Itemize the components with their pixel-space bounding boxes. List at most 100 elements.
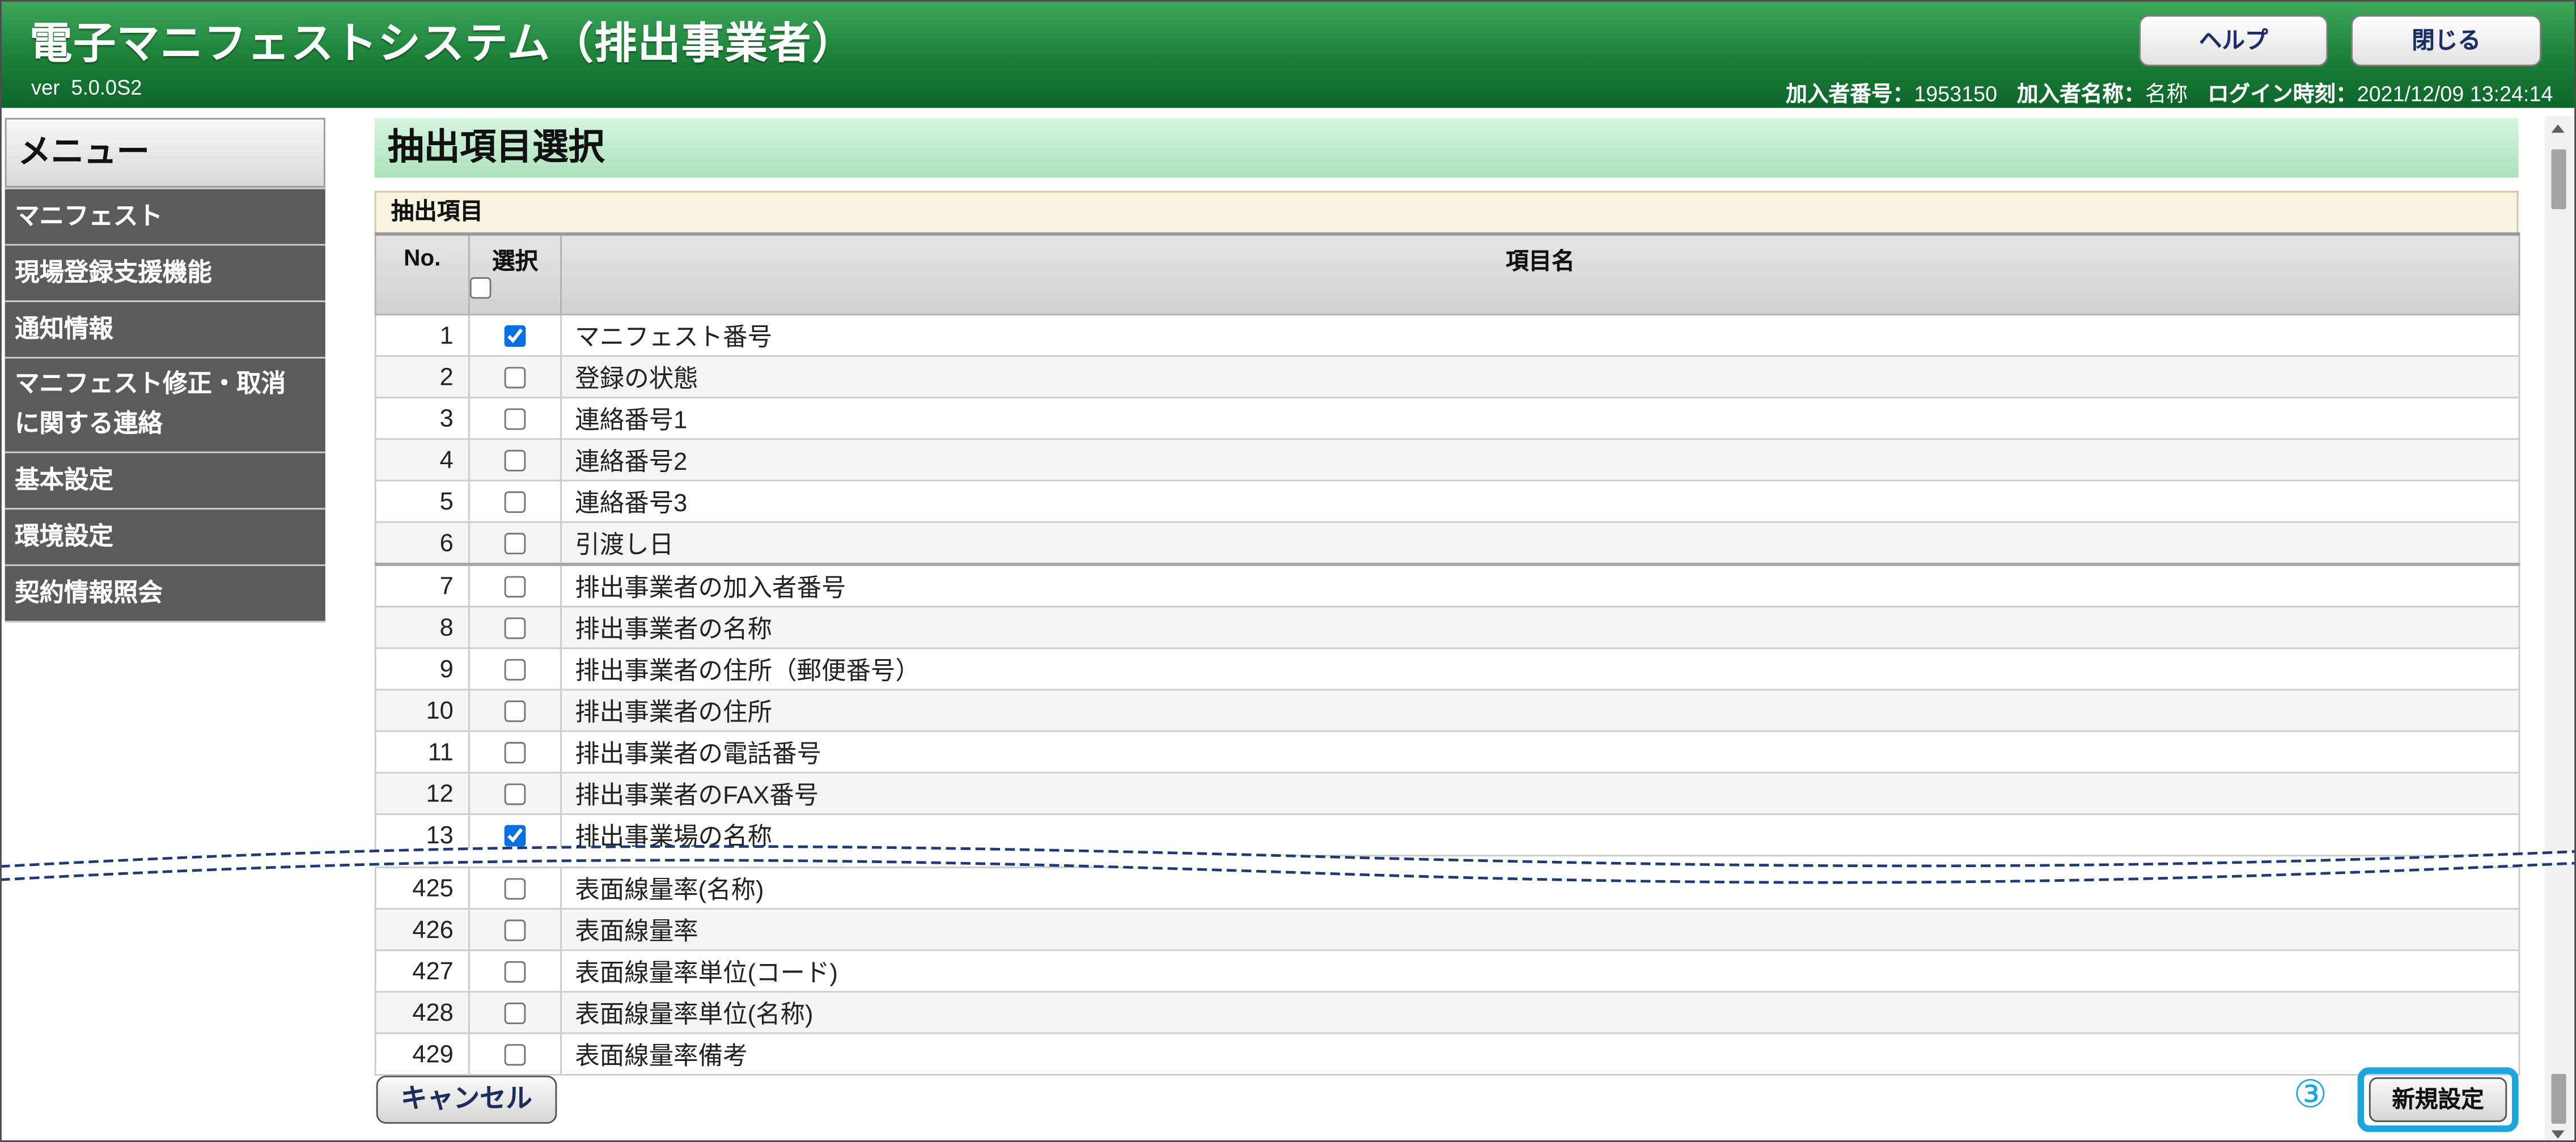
- column-header-no: No.: [374, 232, 470, 316]
- version-label: ver 5.0.0S2: [31, 76, 142, 100]
- page-break-indicator: [0, 845, 2576, 884]
- highlight-frame: 新規設定: [2357, 1067, 2519, 1132]
- row-checkbox[interactable]: [504, 617, 526, 639]
- row-checkbox[interactable]: [504, 783, 526, 805]
- row-checkbox[interactable]: [504, 1044, 526, 1066]
- app-title: 電子マニフェストシステム（排出事業者）: [29, 18, 856, 69]
- app-header: 電子マニフェストシステム（排出事業者） ver 5.0.0S2 ヘルプ 閉じる …: [0, 0, 2576, 108]
- row-item-name: 排出事業者の電話番号: [560, 730, 2520, 774]
- member-name: 名称: [2145, 81, 2188, 107]
- row-number: 12: [374, 771, 470, 816]
- row-item-name: 排出事業者のFAX番号: [560, 771, 2520, 816]
- row-item-name: 表面線量率備考: [560, 1032, 2520, 1076]
- row-number: 9: [374, 647, 470, 691]
- row-item-name: 排出事業者の住所（郵便番号）: [560, 647, 2520, 691]
- row-select-cell: [468, 991, 562, 1034]
- row-number: 4: [374, 438, 470, 482]
- row-checkbox[interactable]: [504, 576, 526, 598]
- help-button[interactable]: ヘルプ: [2139, 15, 2328, 67]
- row-select-cell: [468, 355, 562, 398]
- row-select-cell: [468, 689, 562, 732]
- table-row: 11 排出事業者の電話番号: [374, 730, 2520, 774]
- table-row: 7 排出事業者の加入者番号: [374, 563, 2520, 608]
- row-number: 427: [374, 949, 470, 993]
- scroll-down-arrow-icon[interactable]: [2551, 1130, 2565, 1139]
- cancel-button[interactable]: キャンセル: [376, 1075, 557, 1124]
- row-select-cell: [468, 438, 562, 482]
- row-number: 10: [374, 689, 470, 732]
- step-annotation: ③: [2293, 1073, 2328, 1118]
- row-item-name: 連絡番号1: [560, 396, 2520, 440]
- scrollbar-thumb[interactable]: [2551, 1073, 2566, 1124]
- row-number: 3: [374, 396, 470, 440]
- row-checkbox[interactable]: [504, 367, 526, 389]
- row-number: 2: [374, 355, 470, 398]
- sidebar-item-manifest[interactable]: マニフェスト: [5, 187, 325, 246]
- scrollbar-thumb[interactable]: [2551, 149, 2566, 210]
- login-time: 2021/12/09 13:24:14: [2357, 81, 2553, 107]
- select-all-checkbox[interactable]: [469, 277, 492, 299]
- table-row: 427 表面線量率単位(コード): [374, 949, 2520, 993]
- new-settings-button[interactable]: 新規設定: [2369, 1077, 2507, 1122]
- row-checkbox[interactable]: [504, 408, 526, 430]
- sidebar-item-notifications[interactable]: 通知情報: [5, 302, 325, 359]
- row-select-cell: [468, 479, 562, 523]
- account-info: 加入者番号：1953150 加入者名称：名称 ログイン時刻：2021/12/09 1…: [1786, 77, 2553, 108]
- table-row: 9 排出事業者の住所（郵便番号）: [374, 647, 2520, 691]
- row-number: 6: [374, 521, 470, 566]
- sidebar-item-contract-info[interactable]: 契約情報照会: [5, 566, 325, 623]
- row-checkbox[interactable]: [504, 449, 526, 472]
- section-title: 抽出項目: [374, 190, 2519, 233]
- row-item-name: 排出事業者の住所: [560, 689, 2520, 732]
- row-number: 5: [374, 479, 470, 523]
- row-checkbox[interactable]: [504, 701, 526, 723]
- table-row: 2 登録の状態: [374, 355, 2520, 398]
- page-title: 抽出項目選択: [374, 117, 2519, 178]
- row-checkbox[interactable]: [504, 533, 526, 555]
- column-header-item-name: 項目名: [560, 232, 2520, 316]
- row-checkbox[interactable]: [504, 961, 526, 983]
- table-header-row: No. 選択 項目名: [374, 232, 2520, 316]
- table-row: 8 排出事業者の名称: [374, 606, 2520, 649]
- table-row: 429 表面線量率備考: [374, 1032, 2520, 1076]
- column-header-select-label: 選択: [492, 247, 539, 274]
- row-item-name: 表面線量率単位(コード): [560, 949, 2520, 993]
- row-checkbox[interactable]: [504, 491, 526, 513]
- row-checkbox[interactable]: [504, 325, 526, 347]
- row-checkbox[interactable]: [504, 659, 526, 681]
- scrollbar[interactable]: [2544, 116, 2573, 1142]
- row-select-cell: [468, 313, 562, 357]
- row-select-cell: [468, 396, 562, 440]
- row-item-name: 登録の状態: [560, 355, 2520, 398]
- row-number: 11: [374, 730, 470, 774]
- row-item-name: 表面線量率単位(名称): [560, 991, 2520, 1034]
- close-button[interactable]: 閉じる: [2350, 15, 2542, 67]
- row-checkbox[interactable]: [504, 1003, 526, 1025]
- menu-title: メニュー: [5, 117, 325, 188]
- sidebar-item-manifest-correction-contact[interactable]: マニフェスト修正・取消 に関する連絡: [5, 358, 325, 453]
- row-item-name: 排出事業者の名称: [560, 606, 2520, 649]
- member-number: 1953150: [1914, 81, 1997, 107]
- row-checkbox[interactable]: [504, 742, 526, 764]
- table-row: 1 マニフェスト番号: [374, 313, 2520, 357]
- sidebar-item-environment-settings[interactable]: 環境設定: [5, 510, 325, 566]
- row-number: 8: [374, 606, 470, 649]
- login-time-label: ログイン時刻：: [2207, 81, 2357, 107]
- table-row: 428 表面線量率単位(名称): [374, 991, 2520, 1034]
- sidebar-item-site-registration-support[interactable]: 現場登録支援機能: [5, 245, 325, 303]
- member-name-label: 加入者名称：: [2016, 81, 2145, 107]
- row-number: 426: [374, 908, 470, 952]
- row-item-name: 連絡番号3: [560, 479, 2520, 523]
- row-select-cell: [468, 647, 562, 691]
- row-item-name: 引渡し日: [560, 521, 2520, 566]
- table-row: 3 連絡番号1: [374, 396, 2520, 440]
- sidebar-item-basic-settings[interactable]: 基本設定: [5, 453, 325, 510]
- row-checkbox[interactable]: [504, 919, 526, 941]
- row-number: 428: [374, 991, 470, 1034]
- row-item-name: マニフェスト番号: [560, 313, 2520, 357]
- row-select-cell: [468, 949, 562, 993]
- table-row: 10 排出事業者の住所: [374, 689, 2520, 732]
- scroll-up-arrow-icon[interactable]: [2551, 124, 2565, 133]
- row-select-cell: [468, 1032, 562, 1076]
- app-window: 電子マニフェストシステム（排出事業者） ver 5.0.0S2 ヘルプ 閉じる …: [0, 0, 2576, 1142]
